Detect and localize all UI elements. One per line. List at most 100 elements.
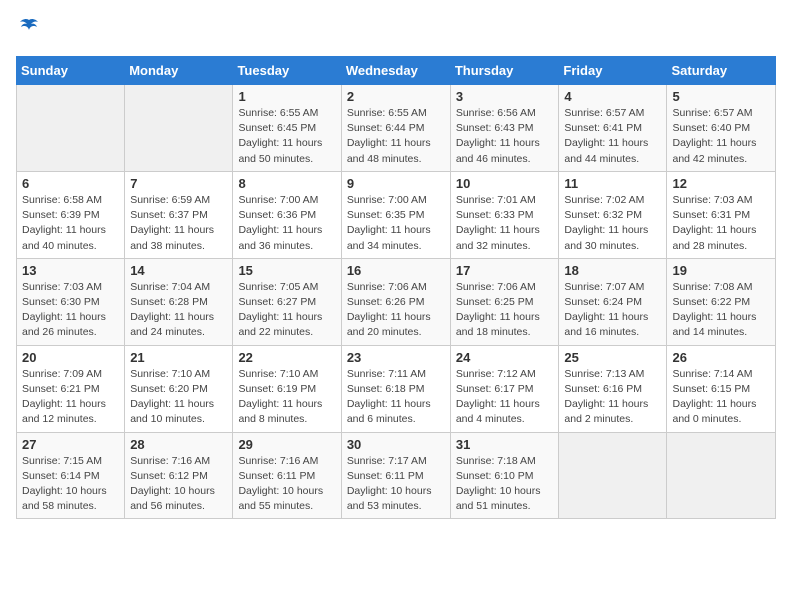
day-number: 2 — [347, 89, 445, 104]
calendar-cell: 17 Sunrise: 7:06 AM Sunset: 6:25 PM Dayli… — [450, 258, 559, 345]
day-info: Sunrise: 7:16 AM Sunset: 6:11 PM Dayligh… — [238, 454, 335, 515]
calendar-week-1: 1 Sunrise: 6:55 AM Sunset: 6:45 PM Daylig… — [17, 85, 776, 172]
calendar-cell: 25 Sunrise: 7:13 AM Sunset: 6:16 PM Dayli… — [559, 345, 667, 432]
day-number: 28 — [130, 437, 227, 452]
column-header-friday: Friday — [559, 57, 667, 85]
calendar-cell: 23 Sunrise: 7:11 AM Sunset: 6:18 PM Dayli… — [341, 345, 450, 432]
day-number: 6 — [22, 176, 119, 191]
calendar-cell: 31 Sunrise: 7:18 AM Sunset: 6:10 PM Dayli… — [450, 432, 559, 519]
day-number: 26 — [672, 350, 770, 365]
day-info: Sunrise: 7:06 AM Sunset: 6:26 PM Dayligh… — [347, 280, 445, 341]
logo — [16, 16, 40, 44]
day-info: Sunrise: 7:02 AM Sunset: 6:32 PM Dayligh… — [564, 193, 661, 254]
day-info: Sunrise: 6:59 AM Sunset: 6:37 PM Dayligh… — [130, 193, 227, 254]
calendar-cell: 6 Sunrise: 6:58 AM Sunset: 6:39 PM Daylig… — [17, 171, 125, 258]
day-info: Sunrise: 7:09 AM Sunset: 6:21 PM Dayligh… — [22, 367, 119, 428]
calendar-cell: 1 Sunrise: 6:55 AM Sunset: 6:45 PM Daylig… — [233, 85, 341, 172]
day-info: Sunrise: 6:57 AM Sunset: 6:41 PM Dayligh… — [564, 106, 661, 167]
calendar-cell: 14 Sunrise: 7:04 AM Sunset: 6:28 PM Dayli… — [125, 258, 233, 345]
calendar-cell: 10 Sunrise: 7:01 AM Sunset: 6:33 PM Dayli… — [450, 171, 559, 258]
day-info: Sunrise: 6:55 AM Sunset: 6:45 PM Dayligh… — [238, 106, 335, 167]
day-number: 9 — [347, 176, 445, 191]
day-number: 25 — [564, 350, 661, 365]
day-info: Sunrise: 7:03 AM Sunset: 6:31 PM Dayligh… — [672, 193, 770, 254]
calendar-week-3: 13 Sunrise: 7:03 AM Sunset: 6:30 PM Dayli… — [17, 258, 776, 345]
day-info: Sunrise: 7:10 AM Sunset: 6:19 PM Dayligh… — [238, 367, 335, 428]
day-number: 13 — [22, 263, 119, 278]
calendar-cell: 28 Sunrise: 7:16 AM Sunset: 6:12 PM Dayli… — [125, 432, 233, 519]
calendar-cell: 29Sunrise: 7:16 AM Sunset: 6:11 PM Dayli… — [233, 432, 341, 519]
day-number: 14 — [130, 263, 227, 278]
day-info: Sunrise: 7:04 AM Sunset: 6:28 PM Dayligh… — [130, 280, 227, 341]
day-info: Sunrise: 7:06 AM Sunset: 6:25 PM Dayligh… — [456, 280, 554, 341]
day-number: 5 — [672, 89, 770, 104]
day-info: Sunrise: 7:15 AM Sunset: 6:14 PM Dayligh… — [22, 454, 119, 515]
calendar-week-2: 6 Sunrise: 6:58 AM Sunset: 6:39 PM Daylig… — [17, 171, 776, 258]
column-header-monday: Monday — [125, 57, 233, 85]
day-info: Sunrise: 7:11 AM Sunset: 6:18 PM Dayligh… — [347, 367, 445, 428]
day-number: 22 — [238, 350, 335, 365]
day-info: Sunrise: 7:10 AM Sunset: 6:20 PM Dayligh… — [130, 367, 227, 428]
column-header-wednesday: Wednesday — [341, 57, 450, 85]
calendar-cell: 24 Sunrise: 7:12 AM Sunset: 6:17 PM Dayli… — [450, 345, 559, 432]
day-info: Sunrise: 7:08 AM Sunset: 6:22 PM Dayligh… — [672, 280, 770, 341]
day-info: Sunrise: 7:16 AM Sunset: 6:12 PM Dayligh… — [130, 454, 227, 515]
day-number: 27 — [22, 437, 119, 452]
calendar-week-4: 20 Sunrise: 7:09 AM Sunset: 6:21 PM Dayli… — [17, 345, 776, 432]
calendar-cell — [667, 432, 776, 519]
calendar-cell: 22 Sunrise: 7:10 AM Sunset: 6:19 PM Dayli… — [233, 345, 341, 432]
calendar-cell: 15Sunrise: 7:05 AM Sunset: 6:27 PM Dayli… — [233, 258, 341, 345]
day-info: Sunrise: 7:14 AM Sunset: 6:15 PM Dayligh… — [672, 367, 770, 428]
day-number: 4 — [564, 89, 661, 104]
day-number: 31 — [456, 437, 554, 452]
day-number: 17 — [456, 263, 554, 278]
day-info: Sunrise: 7:18 AM Sunset: 6:10 PM Dayligh… — [456, 454, 554, 515]
calendar-cell: 2 Sunrise: 6:55 AM Sunset: 6:44 PM Daylig… — [341, 85, 450, 172]
day-info: Sunrise: 7:03 AM Sunset: 6:30 PM Dayligh… — [22, 280, 119, 341]
calendar-body: 1 Sunrise: 6:55 AM Sunset: 6:45 PM Daylig… — [17, 85, 776, 519]
calendar-cell: 27 Sunrise: 7:15 AM Sunset: 6:14 PM Dayli… — [17, 432, 125, 519]
day-info: Sunrise: 7:17 AM Sunset: 6:11 PM Dayligh… — [347, 454, 445, 515]
calendar-cell: 13 Sunrise: 7:03 AM Sunset: 6:30 PM Dayli… — [17, 258, 125, 345]
logo-bird-icon — [18, 16, 40, 44]
calendar-cell: 5 Sunrise: 6:57 AM Sunset: 6:40 PM Daylig… — [667, 85, 776, 172]
calendar-week-5: 27 Sunrise: 7:15 AM Sunset: 6:14 PM Dayli… — [17, 432, 776, 519]
calendar-table: SundayMondayTuesdayWednesdayThursdayFrid… — [16, 56, 776, 519]
day-number: 15 — [238, 263, 335, 278]
calendar-cell: 16Sunrise: 7:06 AM Sunset: 6:26 PM Dayli… — [341, 258, 450, 345]
day-number: 3 — [456, 89, 554, 104]
calendar-cell — [17, 85, 125, 172]
day-number: 24 — [456, 350, 554, 365]
day-number: 30 — [347, 437, 445, 452]
day-number: 1 — [238, 89, 335, 104]
day-info: Sunrise: 6:58 AM Sunset: 6:39 PM Dayligh… — [22, 193, 119, 254]
day-info: Sunrise: 7:13 AM Sunset: 6:16 PM Dayligh… — [564, 367, 661, 428]
day-number: 20 — [22, 350, 119, 365]
column-header-sunday: Sunday — [17, 57, 125, 85]
calendar-cell — [559, 432, 667, 519]
calendar-cell: 4 Sunrise: 6:57 AM Sunset: 6:41 PM Daylig… — [559, 85, 667, 172]
calendar-cell: 19Sunrise: 7:08 AM Sunset: 6:22 PM Dayli… — [667, 258, 776, 345]
day-info: Sunrise: 7:01 AM Sunset: 6:33 PM Dayligh… — [456, 193, 554, 254]
day-info: Sunrise: 6:57 AM Sunset: 6:40 PM Dayligh… — [672, 106, 770, 167]
column-header-saturday: Saturday — [667, 57, 776, 85]
day-number: 23 — [347, 350, 445, 365]
day-number: 18 — [564, 263, 661, 278]
calendar-cell: 21Sunrise: 7:10 AM Sunset: 6:20 PM Dayli… — [125, 345, 233, 432]
day-number: 12 — [672, 176, 770, 191]
day-info: Sunrise: 7:12 AM Sunset: 6:17 PM Dayligh… — [456, 367, 554, 428]
day-number: 10 — [456, 176, 554, 191]
day-info: Sunrise: 7:00 AM Sunset: 6:35 PM Dayligh… — [347, 193, 445, 254]
column-header-thursday: Thursday — [450, 57, 559, 85]
day-info: Sunrise: 6:55 AM Sunset: 6:44 PM Dayligh… — [347, 106, 445, 167]
day-info: Sunrise: 6:56 AM Sunset: 6:43 PM Dayligh… — [456, 106, 554, 167]
calendar-cell: 8Sunrise: 7:00 AM Sunset: 6:36 PM Daylig… — [233, 171, 341, 258]
calendar-cell: 7 Sunrise: 6:59 AM Sunset: 6:37 PM Daylig… — [125, 171, 233, 258]
day-number: 7 — [130, 176, 227, 191]
day-number: 8 — [238, 176, 335, 191]
calendar-cell: 30 Sunrise: 7:17 AM Sunset: 6:11 PM Dayli… — [341, 432, 450, 519]
column-header-tuesday: Tuesday — [233, 57, 341, 85]
page-header — [16, 16, 776, 44]
day-number: 11 — [564, 176, 661, 191]
calendar-cell: 9 Sunrise: 7:00 AM Sunset: 6:35 PM Daylig… — [341, 171, 450, 258]
